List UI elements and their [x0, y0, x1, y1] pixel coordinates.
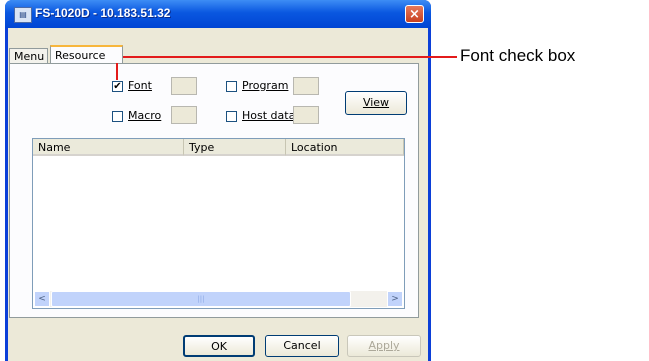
- font-check-box-callout: Font check box: [460, 46, 576, 65]
- tab-resource[interactable]: Resource: [50, 45, 123, 63]
